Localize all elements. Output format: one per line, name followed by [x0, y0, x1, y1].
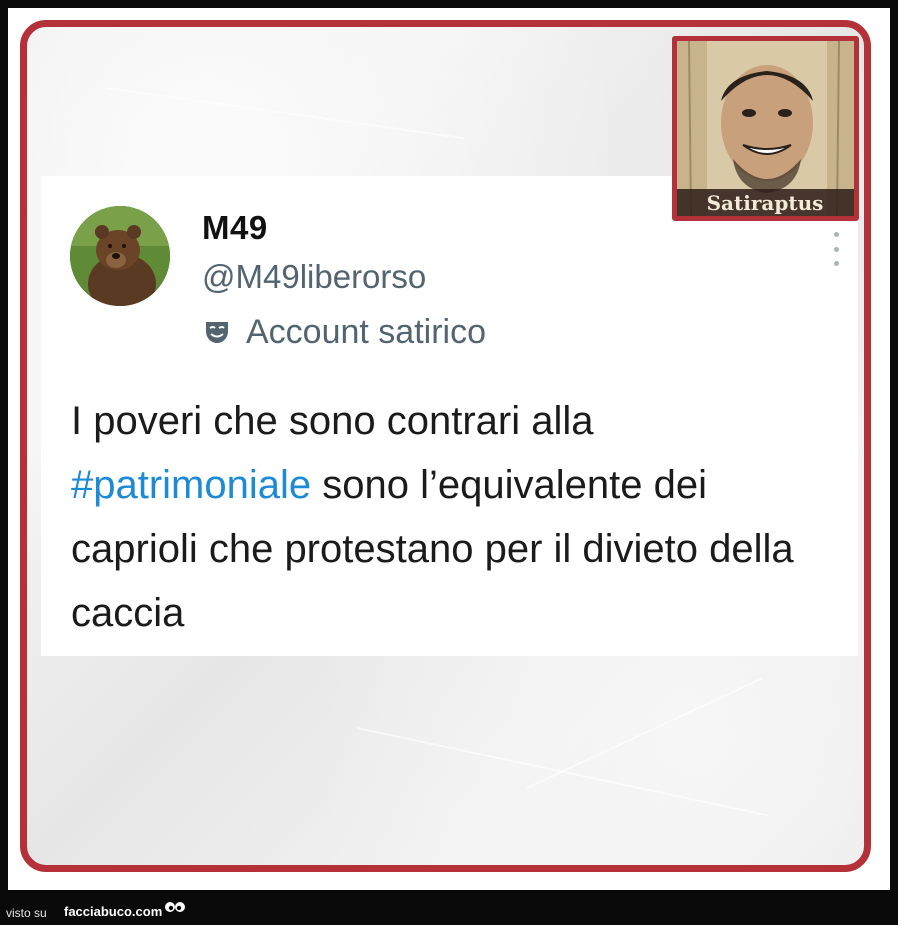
- footer-site-name[interactable]: facciabuco.com: [64, 904, 162, 919]
- account-label: Account satirico: [202, 310, 486, 354]
- theater-mask-icon: [206, 322, 228, 343]
- bear-photo-icon: [70, 206, 170, 306]
- watermark-signature: Satiraptus: [707, 191, 824, 215]
- satiraptus-watermark: Satiraptus: [672, 36, 859, 221]
- account-label-text: Account satirico: [246, 312, 486, 351]
- tweet-card: M49 @M49liberorso Account satirico I pov…: [41, 176, 858, 656]
- watermark-portrait-image: Satiraptus: [677, 41, 854, 216]
- hashtag-link[interactable]: #patrimoniale: [71, 463, 311, 507]
- footer-visto-label: visto su: [6, 906, 47, 920]
- googly-eyes-icon: [165, 902, 185, 912]
- footer-bar: visto su facciabuco.com: [0, 890, 898, 925]
- tweet-text-start: I poveri che sono contrari alla: [71, 399, 594, 443]
- more-options-icon[interactable]: [831, 232, 841, 266]
- user-handle[interactable]: @M49liberorso: [202, 258, 426, 296]
- tweet-text: I poveri che sono contrari alla #patrimo…: [71, 389, 831, 645]
- display-name[interactable]: M49: [202, 209, 268, 247]
- avatar[interactable]: [70, 206, 170, 306]
